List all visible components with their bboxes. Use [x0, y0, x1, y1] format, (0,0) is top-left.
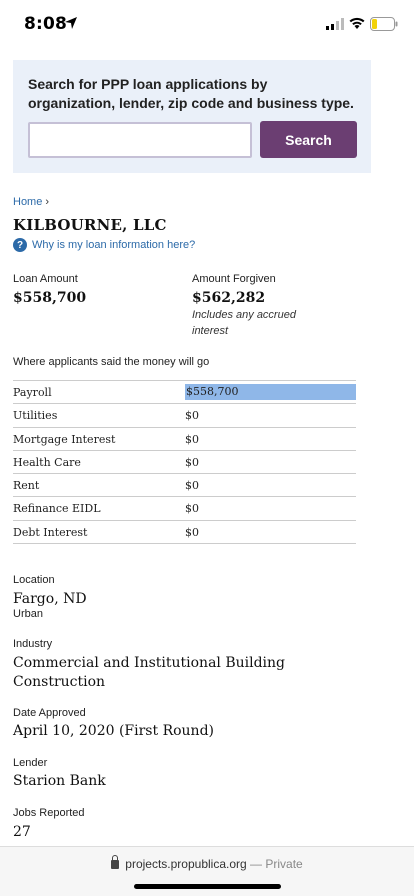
row-label: Health Care — [13, 455, 81, 469]
search-button[interactable]: Search — [260, 121, 357, 158]
amount-forgiven-label: Amount Forgiven — [192, 273, 276, 285]
table-row: Utilities $0 — [13, 404, 356, 428]
row-value: $0 — [185, 502, 199, 516]
clock: 8:08 — [24, 14, 68, 34]
row-value: $0 — [185, 455, 199, 469]
industry-value: Commercial and Institutional Building Co… — [13, 655, 286, 690]
location-value: Fargo, ND — [13, 591, 87, 607]
location-sub: Urban — [13, 608, 43, 620]
breadcrumb: Home › — [13, 196, 49, 208]
industry-label: Industry — [13, 638, 53, 650]
home-indicator[interactable] — [134, 884, 281, 889]
search-prompt: Search for PPP loan applications by orga… — [28, 76, 354, 111]
loan-amount-label: Loan Amount — [13, 273, 78, 285]
question-icon: ? — [13, 238, 27, 252]
lock-icon — [111, 855, 120, 869]
row-label: Mortgage Interest — [13, 432, 116, 446]
row-label: Debt Interest — [13, 525, 88, 539]
row-value: $0 — [185, 432, 199, 446]
row-value: $0 — [185, 409, 199, 423]
search-panel: Search for PPP loan applications by orga… — [13, 60, 371, 173]
forgiven-note: Includes any accrued interest — [192, 309, 296, 337]
uses-heading: Where applicants said the money will go — [13, 356, 210, 368]
table-row: Debt Interest $0 — [13, 521, 356, 545]
row-label: Payroll — [13, 386, 52, 399]
row-label: Rent — [13, 479, 40, 493]
location-label: Location — [13, 574, 55, 586]
battery-icon — [370, 17, 398, 31]
breadcrumb-separator: › — [45, 196, 50, 208]
jobs-reported-label: Jobs Reported — [13, 807, 85, 819]
amount-forgiven-value: $562,282 — [192, 290, 266, 306]
row-label: Refinance EIDL — [13, 502, 101, 516]
location-arrow-icon — [65, 17, 77, 29]
date-approved-label: Date Approved — [13, 707, 86, 719]
table-row: Mortgage Interest $0 — [13, 428, 356, 451]
table-row: Refinance EIDL $0 — [13, 497, 356, 521]
why-info-text[interactable]: Why is my loan information here? — [32, 239, 195, 251]
table-row: Health Care $0 — [13, 451, 356, 475]
row-value: $558,700 — [185, 384, 356, 400]
date-approved-value: April 10, 2020 (First Round) — [13, 723, 214, 739]
table-row: Rent $0 — [13, 474, 356, 498]
cellular-signal-icon — [326, 18, 344, 30]
uses-table: Payroll $558,700 Utilities $0 Mortgage I… — [13, 380, 356, 545]
loan-amount-value: $558,700 — [13, 290, 87, 306]
url-domain: projects.propublica.org — [125, 857, 247, 871]
lender-label: Lender — [13, 757, 48, 769]
search-input[interactable] — [28, 122, 252, 158]
why-info-link[interactable]: ? Why is my loan information here? — [13, 238, 195, 252]
browser-url-bar[interactable]: projects.propublica.org — Private — [0, 846, 414, 896]
status-bar: 8:08 — [0, 0, 414, 48]
url-display[interactable]: projects.propublica.org — Private — [0, 855, 414, 871]
table-row: Payroll $558,700 — [13, 381, 356, 405]
private-indicator: — Private — [250, 857, 303, 871]
row-value: $0 — [185, 525, 199, 539]
row-label: Utilities — [13, 409, 58, 423]
jobs-reported-value: 27 — [13, 824, 31, 840]
page-title: KILBOURNE, LLC — [13, 216, 167, 234]
row-value: $0 — [185, 479, 199, 493]
wifi-icon — [349, 17, 365, 29]
breadcrumb-home-link[interactable]: Home — [13, 196, 42, 208]
lender-value: Starion Bank — [13, 773, 106, 789]
